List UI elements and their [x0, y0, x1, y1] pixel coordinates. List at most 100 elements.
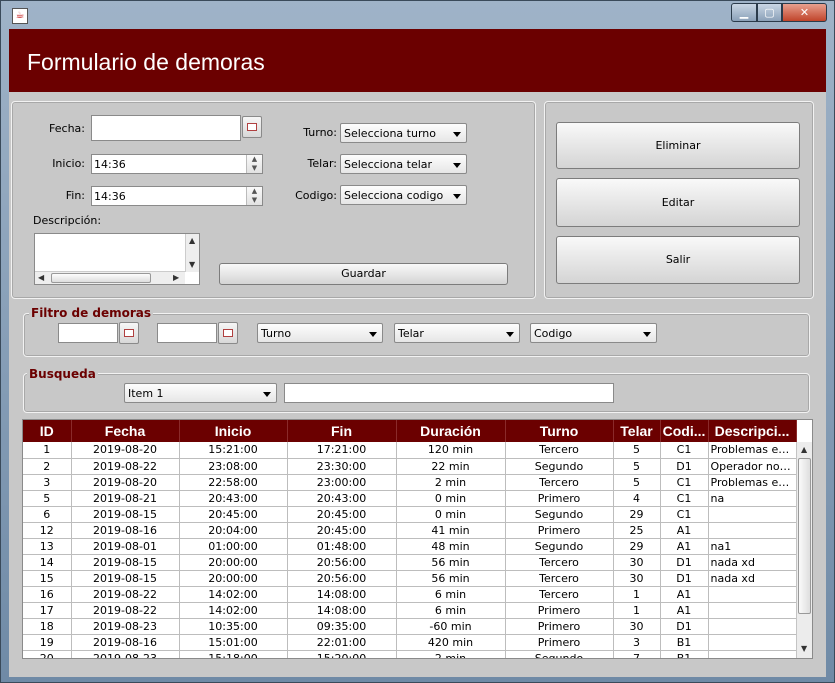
table-cell[interactable]: 5	[613, 442, 661, 459]
table-cell[interactable]: 3	[613, 634, 661, 651]
table-cell[interactable]: 2019-08-20	[71, 442, 180, 459]
table-cell[interactable]: 15:20:00	[287, 650, 397, 658]
table-cell[interactable]: C1	[660, 474, 709, 491]
table-cell[interactable]: 12	[23, 522, 72, 539]
table-row[interactable]: 1 2019-08-20 15:21:00 17:21:00 120 min Tercer…	[23, 442, 797, 459]
table-cell[interactable]: 14:02:00	[179, 586, 288, 603]
scroll-up-icon[interactable]: ▲	[801, 445, 807, 454]
table-cell[interactable]	[708, 650, 797, 658]
table-cell[interactable]: Tercero	[505, 570, 614, 587]
column-header[interactable]: ID	[23, 420, 72, 442]
table-cell[interactable]: 20:43:00	[179, 490, 288, 507]
table-cell[interactable]: 2019-08-01	[71, 538, 180, 555]
search-input[interactable]	[284, 383, 614, 403]
fecha-input[interactable]	[91, 115, 241, 141]
minimize-button[interactable]: ▁	[731, 3, 757, 22]
table-cell[interactable]: 56 min	[396, 570, 506, 587]
table-cell[interactable]: 2019-08-22	[71, 602, 180, 619]
table-cell[interactable]: 20:00:00	[179, 570, 288, 587]
table-cell[interactable]: na	[708, 490, 797, 507]
column-header[interactable]: Turno	[505, 420, 614, 442]
table-cell[interactable]: Primero	[505, 634, 614, 651]
table-cell[interactable]: 6 min	[396, 586, 506, 603]
textarea-horizontal-scrollbar[interactable]: ◀ ▶	[35, 271, 185, 284]
table-cell[interactable]: 20:56:00	[287, 570, 397, 587]
table-cell[interactable]: 14	[23, 554, 72, 571]
table-cell[interactable]: B1	[660, 650, 709, 658]
filter-codigo-select[interactable]: Codigo	[530, 323, 657, 343]
table-cell[interactable]: 20:00:00	[179, 554, 288, 571]
table-cell[interactable]: 2019-08-15	[71, 570, 180, 587]
table-cell[interactable]: 1	[613, 586, 661, 603]
table-cell[interactable]: 2019-08-15	[71, 554, 180, 571]
table-cell[interactable]: 3	[23, 474, 72, 491]
column-header[interactable]: Codi...	[660, 420, 709, 442]
table-row[interactable]: 15 2019-08-15 20:00:00 20:56:00 56 min Tercer…	[23, 570, 797, 587]
table-cell[interactable]: 15:01:00	[179, 634, 288, 651]
column-header[interactable]: Telar	[613, 420, 661, 442]
scroll-thumb[interactable]	[51, 273, 151, 283]
table-cell[interactable]: D1	[660, 618, 709, 635]
table-cell[interactable]: 2019-08-22	[71, 586, 180, 603]
table-cell[interactable]: 29	[613, 538, 661, 555]
table-cell[interactable]: 420 min	[396, 634, 506, 651]
spinner-arrows-icon[interactable]: ▲ ▼	[246, 187, 262, 205]
table-row[interactable]: 12 2019-08-16 20:04:00 20:45:00 41 min Primer…	[23, 522, 797, 539]
table-cell[interactable]: 4	[613, 490, 661, 507]
table-cell[interactable]: 14:02:00	[179, 602, 288, 619]
turno-select[interactable]: Selecciona turno	[340, 123, 467, 143]
table-cell[interactable]: 5	[23, 490, 72, 507]
table-cell[interactable]: 2019-08-16	[71, 634, 180, 651]
table-cell[interactable]: 14:08:00	[287, 602, 397, 619]
eliminar-button[interactable]: Eliminar	[556, 122, 800, 169]
table-row[interactable]: 16 2019-08-22 14:02:00 14:08:00 6 min Tercero…	[23, 586, 797, 603]
spinner-arrows-icon[interactable]: ▲ ▼	[246, 155, 262, 173]
table-cell[interactable]: 20:45:00	[287, 506, 397, 523]
table-cell[interactable]: 0 min	[396, 506, 506, 523]
table-vertical-scrollbar[interactable]: ▲ ▼	[796, 442, 812, 658]
table-cell[interactable]: Segundo	[505, 538, 614, 555]
table-cell[interactable]: 1	[613, 602, 661, 619]
table-cell[interactable]: 17	[23, 602, 72, 619]
table-cell[interactable]: 15:21:00	[179, 442, 288, 459]
table-cell[interactable]: 20	[23, 650, 72, 658]
table-row[interactable]: 20 2019-08-23 15:18:00 15:20:00 2 min Segundo…	[23, 650, 797, 658]
inicio-spinner[interactable]: 14:36 ▲ ▼	[91, 154, 263, 174]
table-cell[interactable]: 7	[613, 650, 661, 658]
table-cell[interactable]: 01:00:00	[179, 538, 288, 555]
table-cell[interactable]: D1	[660, 554, 709, 571]
table-cell[interactable]: 2	[23, 458, 72, 475]
table-cell[interactable]: Tercero	[505, 442, 614, 459]
table-cell[interactable]	[708, 602, 797, 619]
table-cell[interactable]: 2019-08-21	[71, 490, 180, 507]
table-cell[interactable]: Operador no ...	[708, 458, 797, 475]
table-cell[interactable]: 15:18:00	[179, 650, 288, 658]
table-cell[interactable]: 09:35:00	[287, 618, 397, 635]
fecha-calendar-button[interactable]	[242, 116, 262, 138]
column-header[interactable]: Duración	[396, 420, 506, 442]
table-cell[interactable]: -60 min	[396, 618, 506, 635]
filter-turno-select[interactable]: Turno	[257, 323, 383, 343]
table-cell[interactable]: 01:48:00	[287, 538, 397, 555]
table-cell[interactable]: 20:56:00	[287, 554, 397, 571]
table-cell[interactable]: 2 min	[396, 650, 506, 658]
filter-date-to-input[interactable]	[157, 323, 217, 343]
table-cell[interactable]: A1	[660, 538, 709, 555]
table-cell[interactable]: 20:45:00	[287, 522, 397, 539]
table-row[interactable]: 5 2019-08-21 20:43:00 20:43:00 0 min Primero 4…	[23, 490, 797, 507]
table-row[interactable]: 13 2019-08-01 01:00:00 01:48:00 48 min Segund…	[23, 538, 797, 555]
table-cell[interactable]: 2019-08-23	[71, 618, 180, 635]
table-cell[interactable]: Primero	[505, 618, 614, 635]
table-cell[interactable]: Tercero	[505, 586, 614, 603]
table-cell[interactable]: Segundo	[505, 458, 614, 475]
table-cell[interactable]: 30	[613, 554, 661, 571]
table-cell[interactable]: Primero	[505, 490, 614, 507]
table-cell[interactable]: 5	[613, 458, 661, 475]
column-header[interactable]: Fin	[287, 420, 397, 442]
table-row[interactable]: 17 2019-08-22 14:02:00 14:08:00 6 min Primero…	[23, 602, 797, 619]
table-row[interactable]: 3 2019-08-20 22:58:00 23:00:00 2 min Tercero 5…	[23, 474, 797, 491]
table-cell[interactable]: 0 min	[396, 490, 506, 507]
table-cell[interactable]: Primero	[505, 522, 614, 539]
table-cell[interactable]: A1	[660, 602, 709, 619]
table-cell[interactable]	[708, 634, 797, 651]
